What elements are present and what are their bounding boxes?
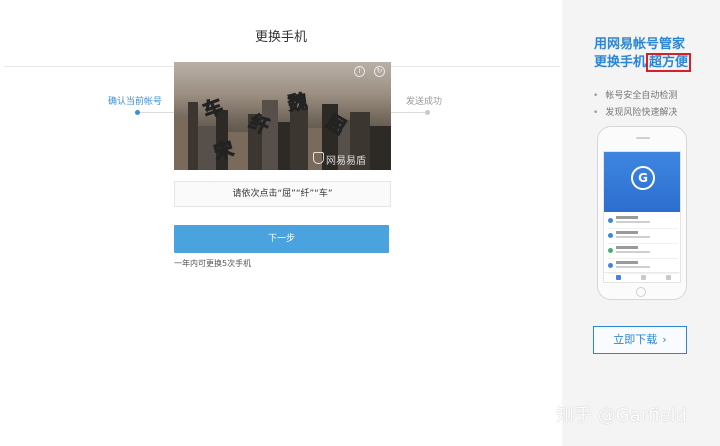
step-dot-active <box>135 110 140 115</box>
step-progress-line <box>140 112 174 113</box>
promo-title-highlight: 超方便 <box>646 53 692 72</box>
promo-title-line2-a: 更换手机 <box>594 55 647 70</box>
step-progress-line <box>391 112 427 113</box>
phone-speaker <box>636 137 650 139</box>
captcha-bg-building <box>290 108 308 170</box>
phone-screen: G <box>603 151 681 283</box>
refresh-icon[interactable]: ↻ <box>374 66 385 77</box>
phone-tab-bar <box>604 272 680 282</box>
promo-bullet: 发现风险快速解决 <box>593 105 677 118</box>
shield-logo-icon <box>313 152 324 164</box>
captcha-bg-building <box>278 122 290 170</box>
promo-title-line1: 用网易帐号管家 <box>594 37 686 52</box>
zhihu-watermark: 知乎 @Garfield <box>556 405 687 426</box>
captcha-image[interactable]: i ↻ 车 纤 魏 屈 宋 网易易盾 <box>174 62 391 170</box>
phone-list-row <box>608 215 678 229</box>
captcha-instruction: 请依次点击“屈”“纤”“车” <box>174 181 391 207</box>
phone-mockup-image: G <box>597 126 687 300</box>
phone-list-row <box>608 230 678 244</box>
step-send-success: 发送成功 <box>406 97 443 107</box>
captcha-bg-building <box>370 126 391 170</box>
phone-home-button <box>636 287 646 297</box>
promo-panel: 用网易帐号管家 更换手机超方便 帐号安全自动检测 发现风险快速解决 G 立即下载… <box>562 0 720 446</box>
captcha-bg-building <box>174 118 188 170</box>
page-title: 更换手机 <box>254 30 307 45</box>
main-panel: 更换手机 确认当前帐号 发送成功 i ↻ 车 纤 魏 屈 宋 网易易盾 请依次点… <box>0 0 562 446</box>
download-button[interactable]: 立即下载 › <box>593 326 687 354</box>
next-step-button[interactable]: 下一步 <box>174 225 389 253</box>
shield-icon: G <box>631 166 655 190</box>
phone-list-row <box>608 245 678 259</box>
captcha-char[interactable]: 魏 <box>286 87 309 116</box>
chevron-right-icon: › <box>662 333 667 346</box>
captcha-watermark: 网易易盾 <box>326 156 366 167</box>
download-label: 立即下载 <box>613 333 658 346</box>
captcha-bg-building <box>188 102 198 170</box>
promo-title: 用网易帐号管家 更换手机 超方便 <box>594 36 692 72</box>
promo-bullet: 帐号安全自动检测 <box>593 88 677 101</box>
promo-title-line2: 更换手机 超方便 <box>594 53 692 72</box>
info-icon[interactable]: i <box>354 66 365 77</box>
step-dot-pending <box>425 110 430 115</box>
step-confirm-account: 确认当前帐号 <box>108 97 163 107</box>
change-limit-hint: 一年内可更换5次手机 <box>174 259 252 268</box>
